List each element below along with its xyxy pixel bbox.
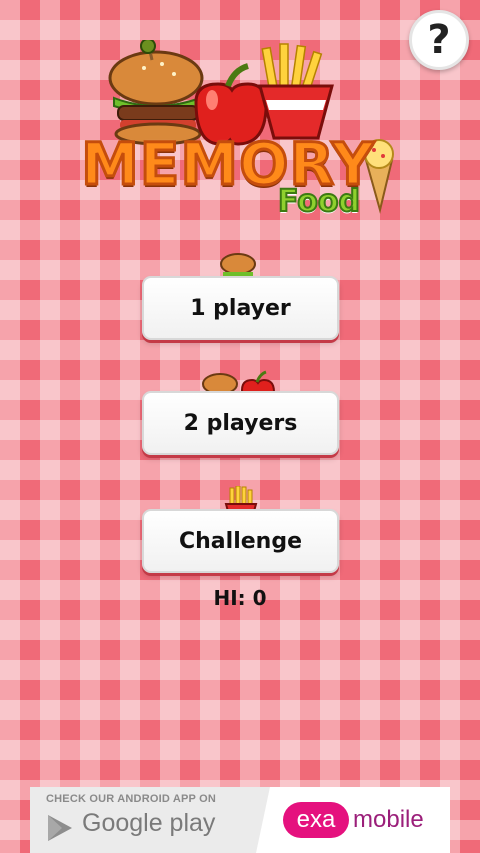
one-player-label: 1 player xyxy=(190,295,291,321)
logo-subtitle: Food xyxy=(277,183,361,220)
high-score: HI: 0 xyxy=(213,586,267,610)
fries-icon xyxy=(258,43,334,140)
ad-google-play-text: Google play xyxy=(82,809,216,837)
challenge-button[interactable]: Challenge xyxy=(142,509,339,573)
ad-mobile-text: mobile xyxy=(353,806,424,833)
help-button[interactable]: ? xyxy=(409,10,469,70)
two-players-label: 2 players xyxy=(183,410,298,436)
ad-check-text: CHECK OUR ANDROID APP ON xyxy=(46,793,217,805)
main-menu-screen: ? MEMORY Food 1 player 2 players Challen… xyxy=(0,0,480,853)
challenge-label: Challenge xyxy=(179,528,302,554)
burger-icon xyxy=(108,40,204,146)
ad-banner[interactable]: CHECK OUR ANDROID APP ON Google play exa… xyxy=(30,787,450,853)
two-players-button[interactable]: 2 players xyxy=(142,391,339,455)
google-play-icon xyxy=(48,815,72,841)
game-logo: MEMORY Food xyxy=(78,40,404,230)
one-player-button[interactable]: 1 player xyxy=(142,276,339,340)
question-icon: ? xyxy=(427,17,451,63)
exa-logo: exa xyxy=(283,802,349,838)
